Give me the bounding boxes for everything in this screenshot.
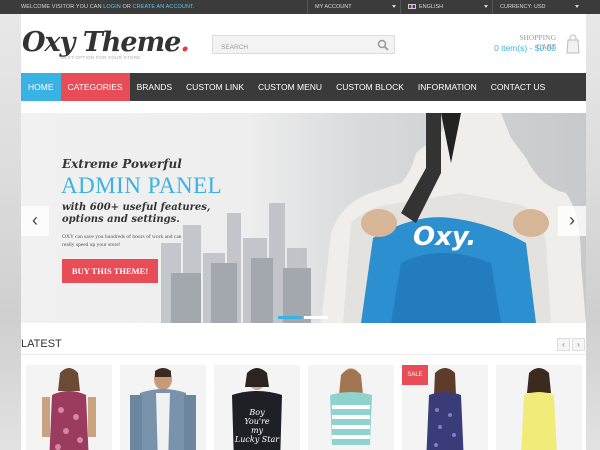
tagline: BEST OPTION FOR YOUR STORE [61,55,141,60]
slider-prev-button[interactable]: ‹ [21,206,49,236]
chevron-down-icon [392,5,396,8]
cart-summary[interactable]: 0 item(s) - $0.00 [486,43,556,53]
latest-prev-button[interactable]: ‹ [557,338,570,351]
search-icon[interactable] [377,39,389,51]
my-account-dropdown[interactable]: MY ACCOUNT [315,4,352,10]
search-box [212,35,395,56]
language-dropdown[interactable]: ENGLISH [408,4,443,10]
latest-next-button[interactable]: › [572,338,585,351]
nav-contact-us[interactable]: CONTACT US [484,73,552,101]
login-link[interactable]: LOGIN [103,4,121,10]
latest-heading: LATEST [21,338,62,350]
slider-dot[interactable] [278,316,302,319]
welcome-text: WELCOME VISITOR YOU CAN [21,4,104,10]
nav-custom-block[interactable]: CUSTOM BLOCK [329,73,411,101]
divider [21,354,586,355]
slider-next-button[interactable]: › [558,206,586,236]
language-label: ENGLISH [419,4,444,10]
product-card[interactable] [496,365,582,450]
shopping-bag-icon[interactable] [566,34,580,54]
search-input[interactable] [213,39,363,56]
nav-categories[interactable]: CATEGORIES [60,73,130,101]
chevron-down-icon [575,5,579,8]
product-card[interactable] [26,365,112,450]
slide-subtitle: with 600+ useful features, options and s… [62,202,211,225]
currency-dropdown[interactable]: CURRENCY: USD [500,4,546,10]
slide-description: OXY can save you hundreds of hours of wo… [62,234,182,248]
sale-badge: SALE [402,365,428,385]
slider-dot[interactable] [304,316,328,319]
product-image-yellow-tank [521,368,557,450]
logo-text: Oxy Theme [22,27,181,58]
welcome-message: WELCOME VISITOR YOU CAN LOGIN OR CREATE … [21,4,195,10]
product-image-floral-tank [42,368,96,450]
slider-pagination [278,316,328,319]
product-card[interactable] [308,365,394,450]
divider [492,0,493,14]
product-card[interactable]: SALE [402,365,488,450]
nav-custom-link[interactable]: CUSTOM LINK [179,73,251,101]
nav-custom-menu[interactable]: CUSTOM MENU [251,73,329,101]
welcome-or: OR [120,4,133,10]
hero-slider: Oxy. ‹ › Extreme Powerful ADMIN PANEL wi… [21,113,586,323]
divider [307,0,308,14]
slide-title: ADMIN PANEL [61,173,223,198]
chevron-down-icon [484,5,488,8]
nav-brands[interactable]: BRANDS [130,73,179,101]
slide-heading: Extreme Powerful [62,157,182,171]
logo-dot: . [180,27,189,58]
nav-information[interactable]: INFORMATION [411,73,484,101]
nav-home[interactable]: HOME [21,73,61,101]
currency-label: CURRENCY: USD [500,4,546,10]
logo[interactable]: Oxy Theme. [22,27,190,58]
main-navigation: HOME CATEGORIES BRANDS CUSTOM LINK CUSTO… [21,73,586,101]
product-image-striped-tee [330,368,372,450]
divider [400,0,401,14]
my-account-label: MY ACCOUNT [315,4,352,10]
product-image-graphic-tee: Boy You're my Lucky Star [232,368,282,450]
product-card[interactable]: Boy You're my Lucky Star [214,365,300,450]
shirt-logo: Oxy. [413,222,476,252]
product-image-denim-jacket [130,368,196,450]
uk-flag-icon [408,4,416,9]
create-account-link[interactable]: CREATE AN ACCOUNT. [133,4,195,10]
top-bar: WELCOME VISITOR YOU CAN LOGIN OR CREATE … [0,0,600,14]
page-container: Oxy Theme. BEST OPTION FOR YOUR STORE SH… [21,14,586,450]
buy-theme-button[interactable]: BUY THIS THEME! [62,259,158,283]
product-card[interactable] [120,365,206,450]
